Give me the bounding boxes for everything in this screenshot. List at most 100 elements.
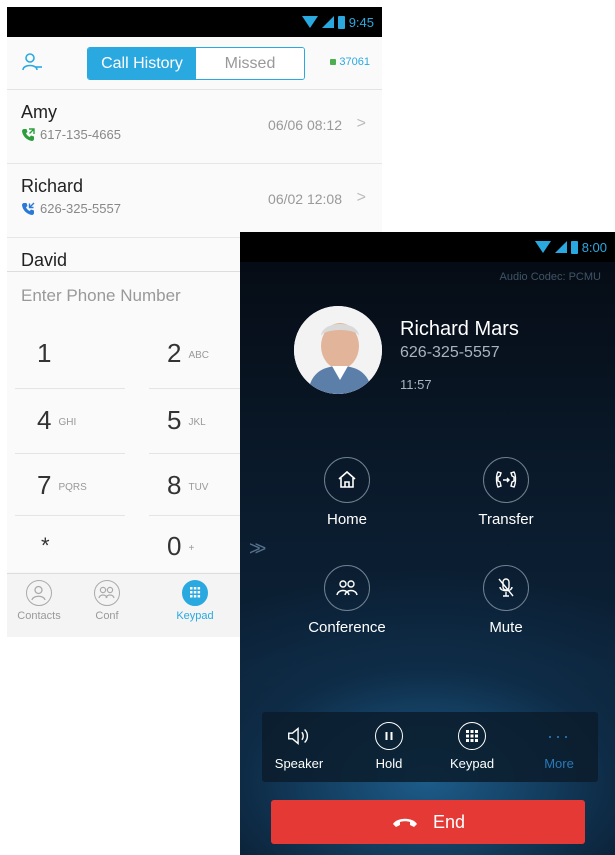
history-header: Call History Missed 37061 [7,37,382,90]
key-letters: ABC [188,349,210,361]
key-digit: 4 [37,404,52,435]
wifi-icon [301,16,318,28]
call-datetime: 06/02 12:08 [268,191,342,207]
tab-missed[interactable]: Missed [196,48,304,79]
tab-keypad[interactable]: Keypad [165,580,225,622]
call-row-richard[interactable]: Richard 626-325-5557 06/02 12:08 > [7,164,382,238]
call-duration: 11:57 [400,377,432,392]
home-label: Home [326,511,367,528]
key-4[interactable]: 4 GHI [37,389,137,451]
key-1[interactable]: 1 [37,322,137,384]
speaker-button[interactable]: Speaker [264,722,334,771]
hang-up-icon [392,818,417,827]
account-indicator[interactable]: 37061 [330,56,370,68]
transfer-icon [483,457,529,503]
call-toolbar: Speaker Hold Keypad ··· More [262,712,598,782]
audio-codec-label: Audio Codec: PCMU [499,271,602,283]
tab-label: Keypad [176,610,214,622]
signal-icon [321,16,334,28]
status-icons: 9:45 [301,14,374,30]
pause-icon [375,722,403,750]
caller-name: Richard Mars [400,318,519,340]
call-number: 626-325-5557 [21,201,121,216]
divider [15,453,125,454]
home-button[interactable]: Home [292,457,402,528]
key-star[interactable]: * [41,515,141,577]
account-user-icon[interactable] [21,51,43,73]
signal-icon [554,241,567,253]
key-letters: TUV [188,481,209,493]
hold-button[interactable]: Hold [354,722,424,771]
status-time: 8:00 [581,239,607,255]
transfer-label: Transfer [478,511,534,528]
end-call-label: End [432,811,466,832]
conference-button[interactable]: Conference [292,565,402,636]
status-bar: 9:45 [7,7,382,37]
home-icon [324,457,370,503]
divider [149,515,249,516]
call-number-text: 617-135-4665 [40,127,121,142]
key-digit: 0 [167,530,182,561]
status-time: 9:45 [348,14,374,30]
phone-number-placeholder: Enter Phone Number [21,286,181,305]
call-number: 617-135-4665 [21,127,121,142]
more-button[interactable]: ··· More [524,722,594,772]
divider [15,388,125,389]
keypad-icon [458,722,486,750]
active-call-screen: 8:00 Audio Codec: PCMU Richard Mars 626-… [240,232,615,855]
more-icon: ··· [547,725,571,746]
key-7[interactable]: 7 PQRS [37,454,137,516]
caller-avatar [294,306,382,394]
chevron-right-icon[interactable]: > [357,115,366,133]
tab-label: Contacts [17,610,61,622]
battery-icon [570,240,578,254]
hold-label: Hold [375,756,403,771]
status-bar: 8:00 [240,232,615,262]
speaker-icon [285,722,313,750]
tab-label: Conf [95,610,119,622]
divider [149,453,249,454]
end-call-button[interactable]: End [271,800,585,844]
mute-button[interactable]: Mute [451,565,561,636]
contacts-icon [26,580,52,606]
more-label: More [544,756,574,771]
account-status-dot [330,59,337,65]
mute-label: Mute [489,619,523,636]
speaker-label: Speaker [274,756,324,771]
call-name: David [21,250,68,270]
wifi-icon [534,241,551,253]
tab-contacts[interactable]: Contacts [9,580,69,622]
key-digit: 5 [167,404,182,435]
chevron-right-icon[interactable]: > [357,189,366,207]
transfer-button[interactable]: Transfer [451,457,561,528]
caller-number: 626-325-5557 [400,344,500,361]
call-row-amy[interactable]: Amy 617-135-4665 06/06 08:12 > [7,90,382,164]
tab-call-history[interactable]: Call History [88,48,196,79]
history-segmented-control: Call History Missed [87,47,305,80]
key-digit: 7 [37,469,52,500]
account-number: 37061 [339,56,370,68]
incoming-call-icon [22,202,35,215]
outgoing-call-icon [22,127,35,141]
keypad-button[interactable]: Keypad [437,722,507,771]
key-digit: 1 [37,337,52,368]
mute-icon [483,565,529,611]
key-letters: GHI [58,416,77,428]
battery-icon [337,15,345,29]
divider [149,388,249,389]
call-name: Amy [21,102,57,122]
call-name: Richard [21,176,84,196]
keypad-icon [182,580,208,606]
keypad-label: Keypad [449,756,495,771]
conference-label: Conference [308,619,386,636]
call-number-text: 626-325-5557 [40,201,121,216]
key-letters: + [188,542,195,554]
double-chevron-right-icon[interactable]: >> [249,538,267,561]
conference-icon [324,565,370,611]
key-letters: JKL [188,416,206,428]
key-letters: PQRS [58,481,87,493]
key-digit: 2 [167,337,182,368]
key-digit: 8 [167,469,182,500]
conference-icon [94,580,120,606]
tab-conf[interactable]: Conf [77,580,137,622]
